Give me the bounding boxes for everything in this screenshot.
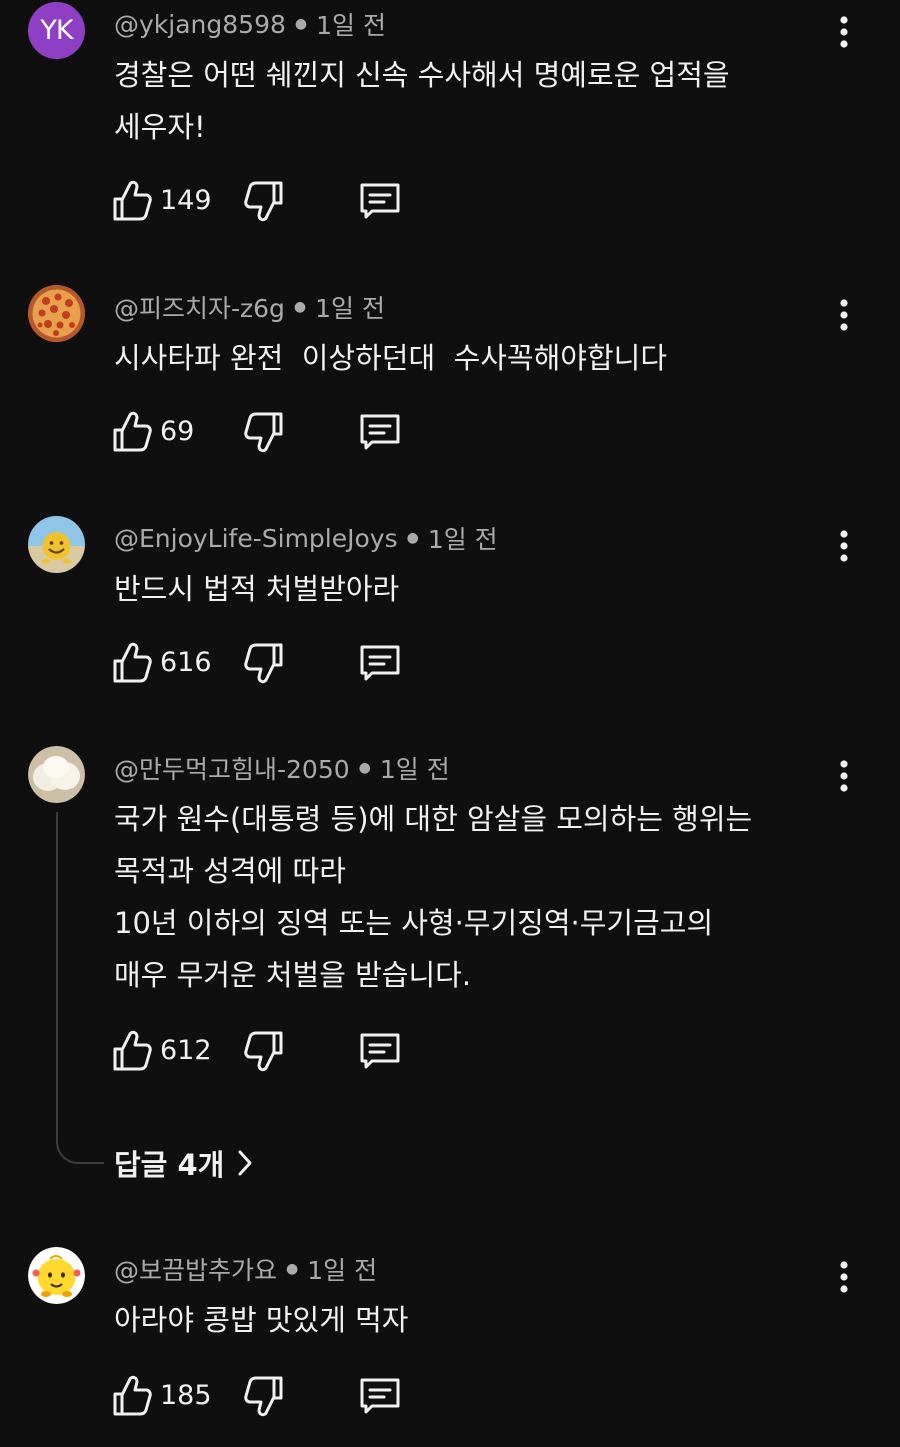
comment-reply-icon[interactable]: [358, 642, 402, 684]
comment-time[interactable]: 1일 전: [307, 1251, 377, 1287]
avatar[interactable]: [28, 746, 85, 803]
comment-text-line: 시사타파 완전 이상하던대 수사꼭해야합니다: [114, 341, 668, 375]
comment-reply-icon[interactable]: [358, 1030, 402, 1072]
comment-text-line: 아라야 콩밥 맛있게 먹자: [114, 1303, 409, 1337]
like-count: 69: [160, 416, 195, 447]
character-avatar-image: [28, 1247, 85, 1304]
comment-text-line: 반드시 법적 처벌받아라: [114, 572, 400, 606]
comment-text-line: 매우 무거운 처벌을 받습니다.: [114, 958, 472, 992]
comment-text: 국가 원수(대통령 등)에 대한 암살을 모의하는 행위는 목적과 성격에 따라…: [114, 793, 794, 1001]
comment-text: 아라야 콩밥 맛있게 먹자: [114, 1294, 794, 1346]
comment-time[interactable]: 1일 전: [315, 289, 385, 325]
separator-dot: ●: [406, 530, 419, 546]
pizza-avatar-image: [28, 285, 85, 342]
thumb-up-icon[interactable]: [110, 1028, 154, 1074]
comment-item: @피즈치자-z6g ● 1일 전 시사타파 완전 이상하던대 수사꼭해야합니다 …: [0, 285, 900, 465]
dumpling-avatar-image: [28, 746, 85, 803]
chevron-right-icon: [238, 1150, 252, 1176]
like-count: 149: [160, 185, 212, 216]
separator-dot: ●: [294, 16, 308, 32]
avatar[interactable]: [28, 285, 85, 342]
like-count: 616: [160, 647, 212, 678]
thumb-down-icon[interactable]: [242, 178, 286, 224]
more-vertical-icon[interactable]: [826, 12, 862, 52]
comment-meta: @피즈치자-z6g ● 1일 전: [114, 287, 385, 327]
smiley-avatar-image: [28, 516, 85, 573]
more-vertical-icon[interactable]: [826, 756, 862, 796]
comment-text: 반드시 법적 처벌받아라: [114, 563, 794, 615]
comment-author[interactable]: @만두먹고힘내-2050: [114, 750, 350, 786]
comment-reply-icon[interactable]: [358, 411, 402, 453]
comment-author[interactable]: @EnjoyLife-SimpleJoys: [114, 524, 398, 553]
more-vertical-icon[interactable]: [826, 526, 862, 566]
replies-label: 답글 4개: [114, 1148, 225, 1182]
thumb-up-icon[interactable]: [110, 178, 154, 224]
comment-author[interactable]: @보끔밥추가요: [114, 1251, 277, 1287]
separator-dot: ●: [286, 1261, 299, 1277]
comment-text-line: 목적과 성격에 따라: [114, 854, 346, 888]
thumb-up-icon[interactable]: [110, 640, 154, 686]
comment-time[interactable]: 1일 전: [316, 6, 386, 42]
thumb-up-icon[interactable]: [110, 409, 154, 455]
thumb-down-icon[interactable]: [242, 640, 286, 686]
comment-text: 시사타파 완전 이상하던대 수사꼭해야합니다: [114, 332, 794, 384]
thumb-down-icon[interactable]: [242, 1028, 286, 1074]
comment-item: @EnjoyLife-SimpleJoys ● 1일 전 반드시 법적 처벌받아…: [0, 516, 900, 696]
comment-time[interactable]: 1일 전: [428, 520, 498, 556]
comment-reply-icon[interactable]: [358, 180, 402, 222]
thumb-up-icon[interactable]: [110, 1373, 154, 1419]
comment-text: 경찰은 어떤 쉐낀지 신속 수사해서 명예로운 업적을 세우자!: [114, 49, 794, 153]
comment-author[interactable]: @ykjang8598: [114, 10, 286, 39]
comment-author[interactable]: @피즈치자-z6g: [114, 289, 285, 325]
comment-meta: @ykjang8598 ● 1일 전: [114, 4, 386, 44]
separator-dot: ●: [358, 760, 371, 776]
like-count: 185: [160, 1380, 212, 1411]
comment-time[interactable]: 1일 전: [380, 750, 450, 786]
comment-meta: @EnjoyLife-SimpleJoys ● 1일 전: [114, 518, 498, 558]
view-replies-button[interactable]: 답글 4개: [114, 1140, 254, 1186]
thumb-down-icon[interactable]: [242, 1373, 286, 1419]
avatar[interactable]: YK: [28, 2, 85, 59]
comment-reply-icon[interactable]: [358, 1375, 402, 1417]
comment-text-line: 10년 이하의 징역 또는 사형·무기징역·무기금고의: [114, 906, 714, 940]
avatar[interactable]: [28, 516, 85, 573]
more-vertical-icon[interactable]: [826, 295, 862, 335]
comment-item: @보끔밥추가요 ● 1일 전 아라야 콩밥 맛있게 먹자 185: [0, 1247, 900, 1427]
thumb-down-icon[interactable]: [242, 409, 286, 455]
comment-text-line: 세우자!: [114, 110, 206, 144]
comment-text-line: 국가 원수(대통령 등)에 대한 암살을 모의하는 행위는: [114, 802, 753, 836]
avatar-initials: YK: [40, 15, 73, 46]
like-count: 612: [160, 1035, 212, 1066]
separator-dot: ●: [293, 299, 307, 315]
avatar[interactable]: [28, 1247, 85, 1304]
comment-meta: @만두먹고힘내-2050 ● 1일 전: [114, 748, 450, 788]
comment-item: @만두먹고힘내-2050 ● 1일 전 국가 원수(대통령 등)에 대한 암살을…: [0, 746, 900, 1086]
comment-text-line: 경찰은 어떤 쉐낀지 신속 수사해서 명예로운 업적을: [114, 58, 730, 92]
comment-item: YK @ykjang8598 ● 1일 전 경찰은 어떤 쉐낀지 신속 수사해서…: [0, 2, 900, 232]
more-vertical-icon[interactable]: [826, 1257, 862, 1297]
comment-meta: @보끔밥추가요 ● 1일 전: [114, 1249, 377, 1289]
